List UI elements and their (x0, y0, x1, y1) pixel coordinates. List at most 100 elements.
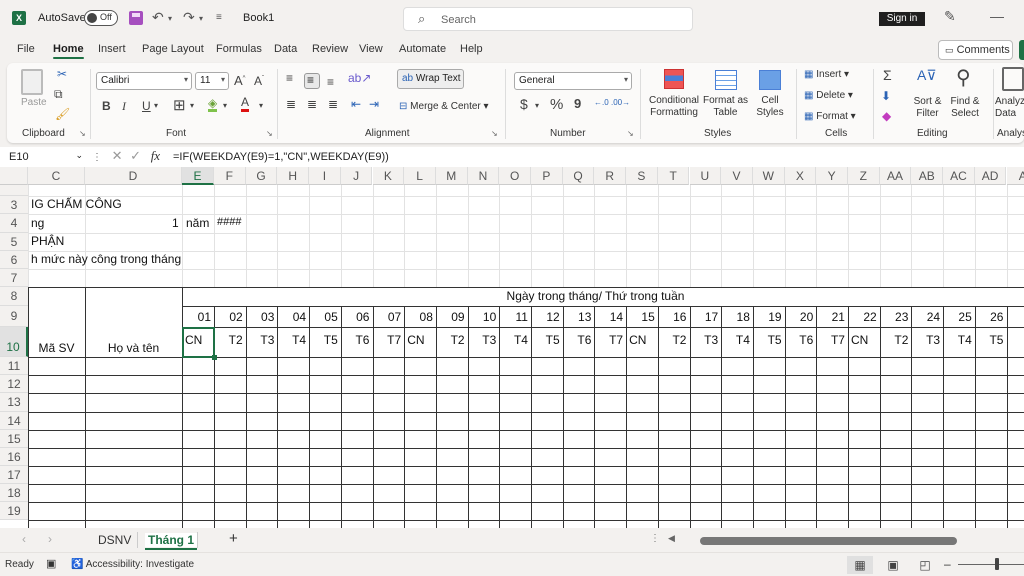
fill-dropdown-icon[interactable]: ▾ (223, 101, 227, 110)
cell-c4[interactable]: ng (31, 216, 44, 230)
grow-font-icon[interactable]: A^ (234, 73, 246, 88)
font-color-icon[interactable]: A (241, 96, 250, 112)
normal-view-button[interactable]: ▦ (847, 556, 873, 574)
day-number-cell[interactable]: 19 (753, 310, 781, 324)
day-number-cell[interactable]: 05 (309, 310, 337, 324)
day-number-cell[interactable]: 14 (594, 310, 623, 324)
weekday-cell[interactable]: T2 (436, 333, 465, 347)
row-header-4[interactable]: 4 (0, 214, 28, 233)
paste-button[interactable]: Paste (21, 97, 47, 109)
tab-view[interactable]: View (359, 43, 383, 55)
accessibility-status[interactable]: ♿ Accessibility: Investigate (71, 559, 194, 570)
day-number-cell[interactable]: 22 (848, 310, 876, 324)
row-header-13[interactable]: 13 (0, 393, 28, 412)
weekday-cell[interactable]: T7 (594, 333, 623, 347)
cancel-icon[interactable]: ✕ (112, 148, 123, 163)
column-header-h[interactable]: H (277, 167, 310, 185)
worksheet-grid[interactable]: C D E F G H I J K L M N O P Q R S T U V W X Y Z AA AB AC AD A 345678… (0, 167, 1024, 528)
merged-header-cell[interactable]: Ngày trong tháng/ Thứ trong tuần (182, 289, 1009, 303)
page-layout-view-button[interactable]: ▣ (880, 556, 906, 574)
select-all-corner[interactable] (0, 167, 28, 185)
orientation-icon[interactable]: ab↗ (348, 71, 371, 85)
column-header-e[interactable]: E (182, 167, 214, 185)
cell-styles-button[interactable]: Cell Styles (751, 95, 789, 119)
day-number-cell[interactable]: 04 (277, 310, 306, 324)
page-break-view-button[interactable]: ◰ (912, 556, 938, 574)
weekday-cell[interactable]: T3 (246, 333, 274, 347)
minimize-icon[interactable]: — (990, 8, 1004, 24)
tab-page-layout[interactable]: Page Layout (142, 43, 204, 55)
percent-icon[interactable]: % (550, 96, 563, 113)
column-header-x[interactable]: X (784, 167, 817, 185)
column-header-i[interactable]: I (309, 167, 341, 185)
day-number-cell[interactable]: 08 (404, 310, 433, 324)
weekday-cell[interactable]: T5 (309, 333, 338, 347)
column-header-c[interactable]: C (28, 167, 85, 185)
align-right-icon[interactable]: ≣ (328, 97, 338, 111)
zoom-slider-thumb[interactable] (995, 558, 999, 570)
day-number-cell[interactable]: 18 (721, 310, 750, 324)
weekday-cell[interactable]: CN (407, 333, 424, 347)
column-header-r[interactable]: R (594, 167, 627, 185)
row-header-5[interactable]: 5 (0, 233, 28, 251)
more-options-icon[interactable]: ⋮ (92, 152, 102, 163)
decrease-decimal-icon[interactable]: .00→ (611, 98, 630, 107)
tab-insert[interactable]: Insert (98, 43, 126, 55)
italic-button[interactable]: I (122, 99, 126, 114)
alignment-launcher-icon[interactable]: ↘ (491, 129, 498, 138)
bold-button[interactable]: B (102, 99, 111, 113)
macro-recording-icon[interactable]: ▣ (46, 557, 56, 570)
paste-icon[interactable] (21, 69, 43, 95)
weekday-cell[interactable]: T7 (373, 333, 401, 347)
weekday-cell[interactable]: T5 (975, 333, 1003, 347)
sort-filter-button[interactable]: Sort & Filter (910, 96, 945, 120)
font-size-dropdown[interactable]: 11 ▾ (195, 72, 229, 90)
weekday-cell[interactable]: CN (629, 333, 646, 347)
weekday-cell[interactable]: T4 (721, 333, 750, 347)
currency-icon[interactable]: $ (520, 96, 528, 112)
font-launcher-icon[interactable]: ↘ (266, 129, 273, 138)
currency-dropdown-icon[interactable]: ▾ (535, 101, 539, 110)
column-header-v[interactable]: V (721, 167, 753, 185)
redo-dropdown-icon[interactable]: ▾ (199, 14, 203, 23)
zoom-out-icon[interactable]: – (944, 557, 951, 571)
redo-icon[interactable]: ↷ (183, 9, 195, 26)
undo-dropdown-icon[interactable]: ▾ (168, 14, 172, 23)
weekday-cell[interactable]: T6 (563, 333, 591, 347)
format-painter-icon[interactable]: 🖌 (55, 107, 70, 121)
delete-cells-button[interactable]: ▦ Delete ▾ (804, 90, 853, 102)
day-number-cell[interactable]: 09 (436, 310, 464, 324)
day-number-cell[interactable]: 03 (246, 310, 274, 324)
comments-button[interactable]: ▭ Comments (938, 40, 1013, 60)
clear-icon[interactable]: ◆ (882, 109, 891, 123)
sort-filter-icon[interactable]: A⊽ (917, 67, 937, 84)
column-header-s[interactable]: S (626, 167, 658, 185)
cell-styles-icon[interactable] (759, 70, 781, 90)
row-header-19[interactable]: 19 (0, 502, 28, 520)
column-header-u[interactable]: U (689, 167, 722, 185)
name-box[interactable]: E10 ⌄ (5, 149, 87, 166)
weekday-cell[interactable]: T2 (658, 333, 686, 347)
column-header-d[interactable]: D (85, 167, 182, 185)
increase-decimal-icon[interactable]: ←.0 (594, 98, 609, 107)
weekday-cell[interactable]: T5 (753, 333, 782, 347)
save-icon[interactable] (129, 11, 143, 25)
row-header-12[interactable]: 12 (0, 375, 28, 393)
day-number-cell[interactable]: 20 (785, 310, 813, 324)
conditional-formatting-button[interactable]: Conditional Formatting (645, 95, 703, 119)
row-header-2[interactable] (0, 185, 28, 196)
day-number-cell[interactable]: 23 (880, 310, 908, 324)
scroll-tabs-left-icon[interactable]: ‹ (22, 532, 26, 546)
add-sheet-button[interactable]: + (229, 530, 238, 547)
column-header-g[interactable]: G (245, 167, 278, 185)
row-header-3[interactable]: 3 (0, 196, 28, 214)
day-number-cell[interactable]: 13 (563, 310, 591, 324)
column-header-a[interactable]: A (1006, 167, 1024, 185)
column-header-o[interactable]: O (499, 167, 531, 185)
day-number-cell[interactable]: 16 (658, 310, 686, 324)
scroll-tabs-right-icon[interactable]: › (48, 532, 52, 546)
top-align-icon[interactable]: ≡ (286, 71, 293, 85)
column-header-k[interactable]: K (372, 167, 405, 185)
weekday-cell[interactable]: T4 (943, 333, 972, 347)
day-number-cell[interactable]: 25 (943, 310, 971, 324)
